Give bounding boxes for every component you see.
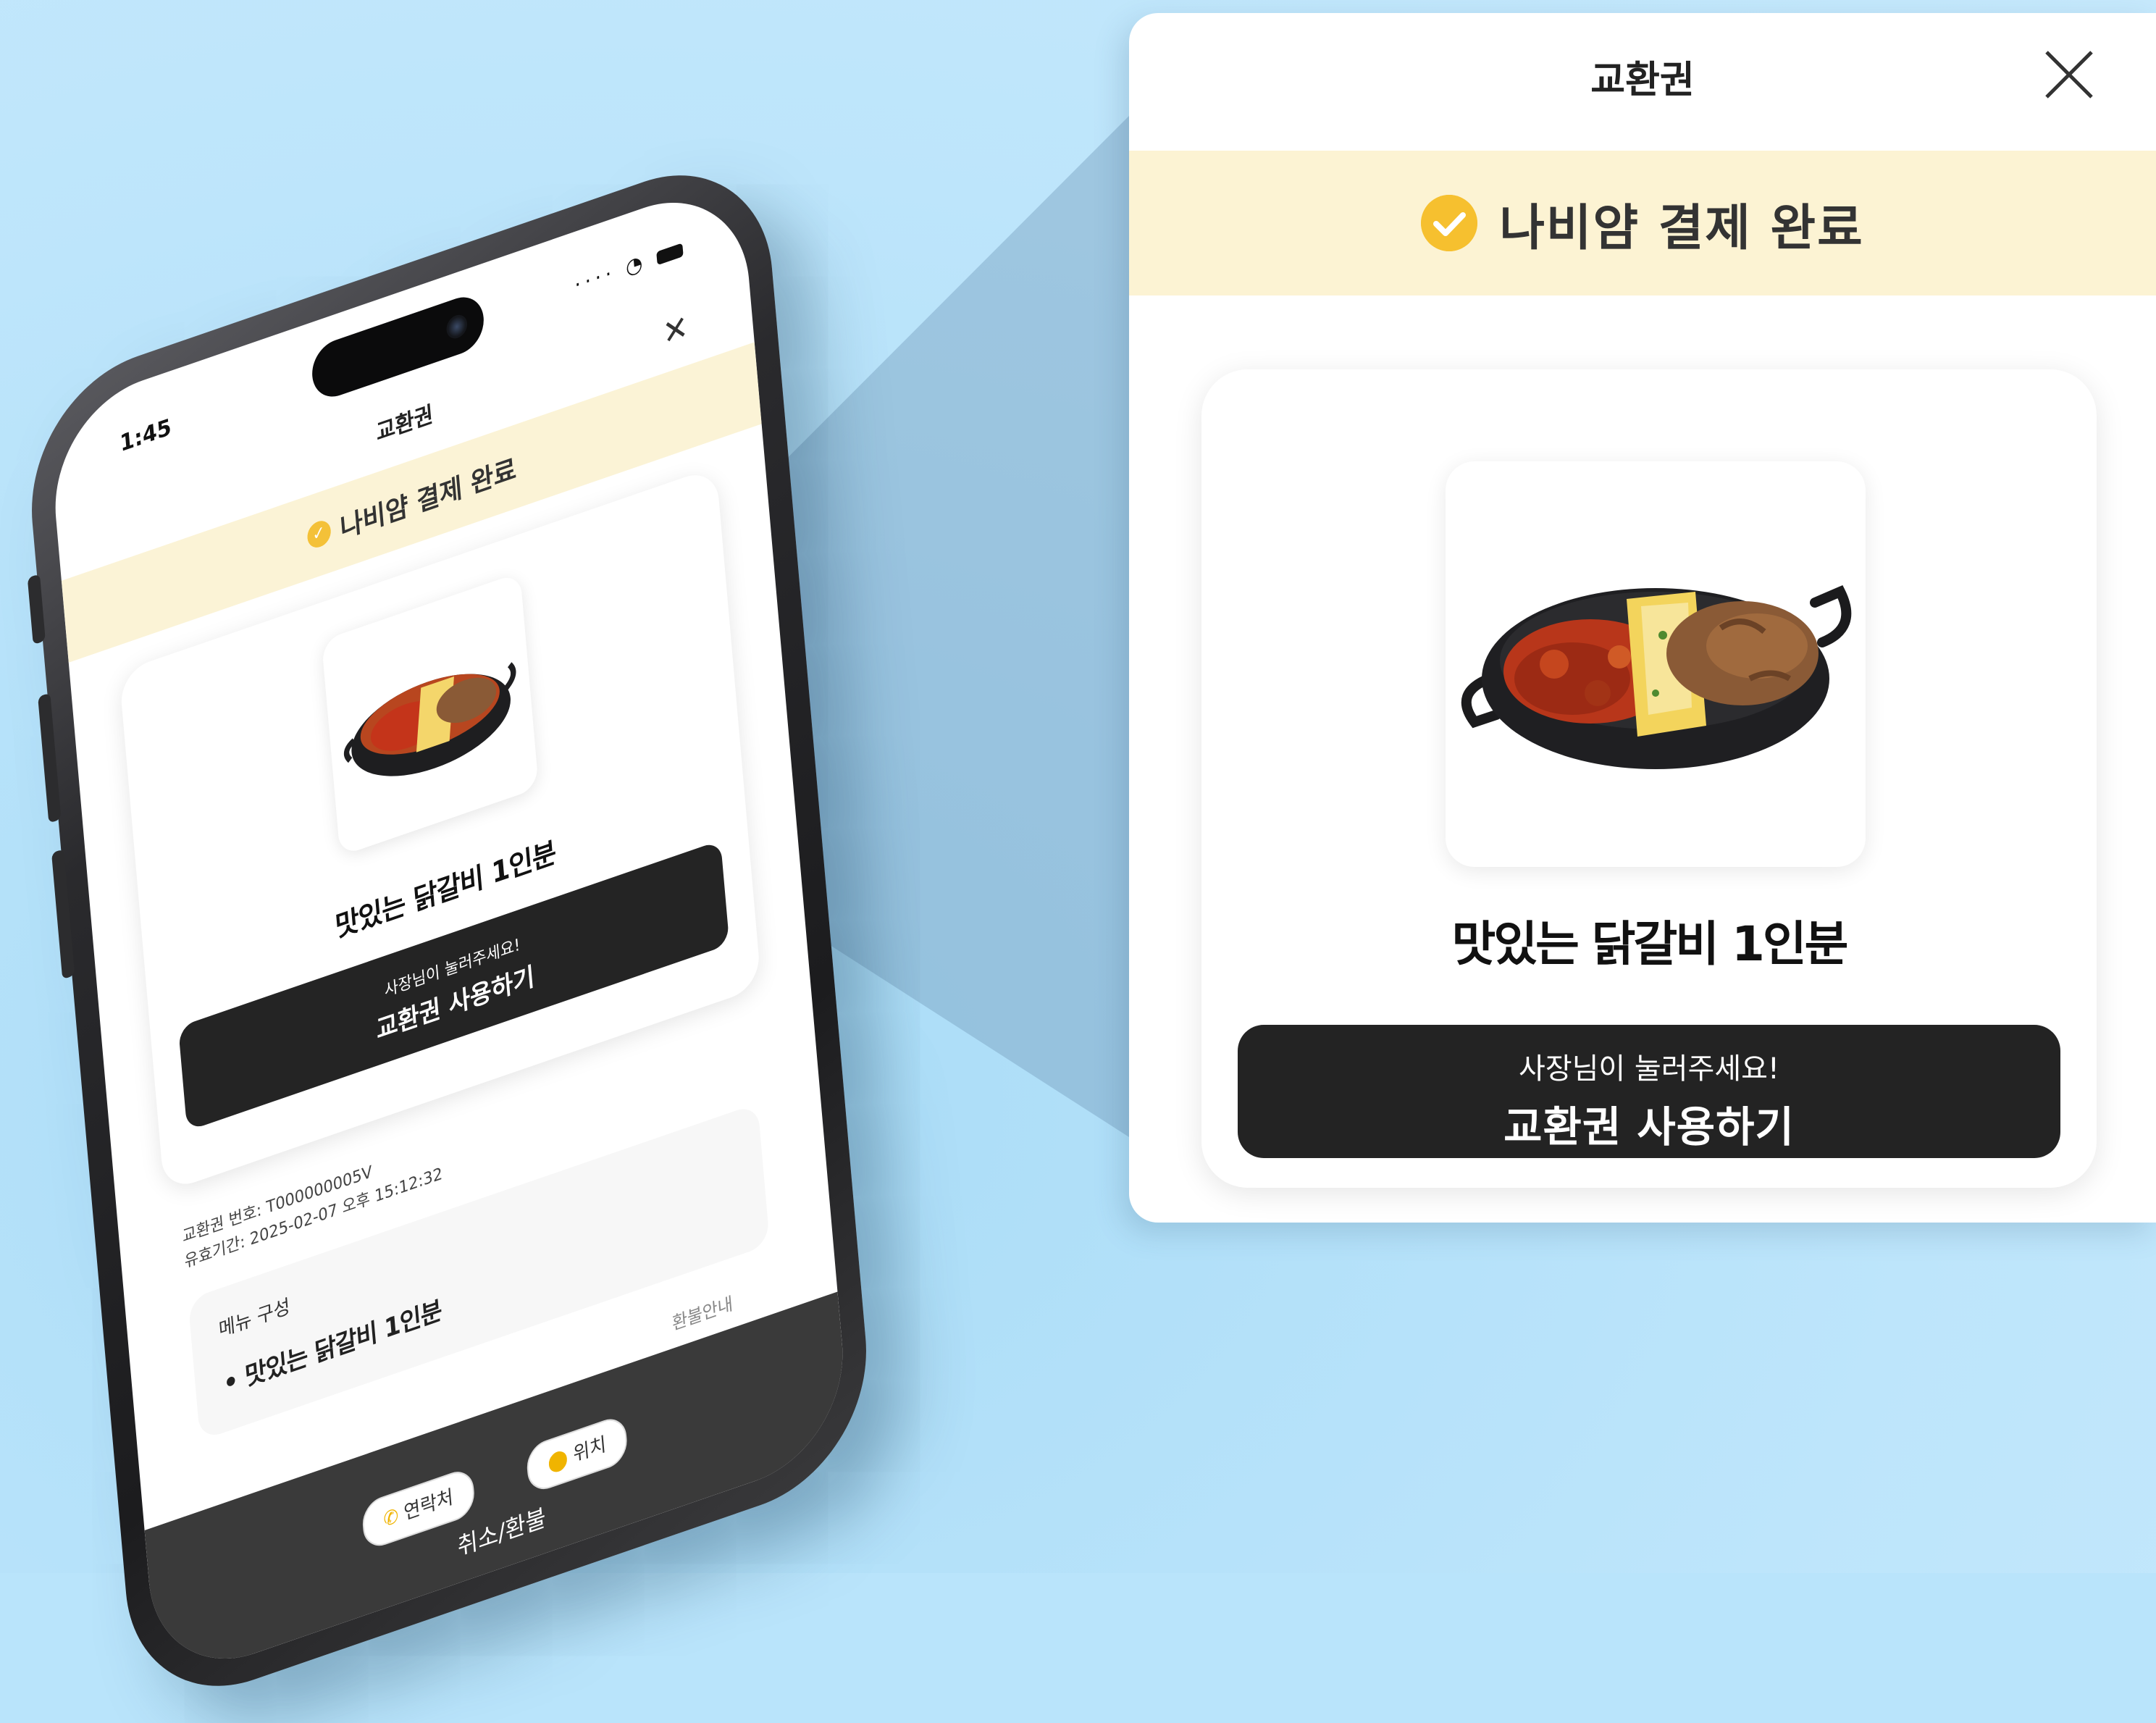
zoom-use-voucher-button[interactable]: 사장님이 눌러주세요! 교환권 사용하기 <box>1238 1025 2060 1158</box>
contact-label: 연락처 <box>403 1485 454 1525</box>
tab-refund[interactable]: 환불안내 <box>671 1288 734 1336</box>
zoom-banner-text: 나비얌 결제 완료 <box>1499 199 1864 257</box>
status-time: 1:45 <box>119 414 172 458</box>
battery-icon <box>656 243 684 266</box>
phone-mockup: 1:45 ···· ◔ 교환권 ✕ ✓ 나비얌 결제 완료 맛있는 닭갈비 1인… <box>21 141 877 1720</box>
zoom-payment-complete-banner: 나비얌 결제 완료 <box>1129 151 2156 295</box>
zoom-voucher-card: 맛있는 닭갈비 1인분 사장님이 눌러주세요! 교환권 사용하기 <box>1201 369 2097 1188</box>
food-pan-image <box>343 662 516 776</box>
zoom-food-image <box>1446 461 1866 867</box>
check-icon: ✓ <box>306 517 332 551</box>
zoom-food-title: 맛있는 닭갈비 1인분 <box>1451 916 1849 972</box>
zoom-use-button-sub: 사장님이 눌러주세요! <box>1519 1052 1779 1086</box>
zoom-page-title: 교환권 <box>1590 59 1695 102</box>
page-title: 교환권 <box>375 401 435 447</box>
close-icon[interactable]: ✕ <box>661 307 689 353</box>
zoom-panel: 교환권 나비얌 결제 완료 맛있는 닭갈비 1인분 사장님이 눌러주세요! 교환… <box>1129 13 2156 1223</box>
phone-screen: 1:45 ···· ◔ 교환권 ✕ ✓ 나비얌 결제 완료 맛있는 닭갈비 1인… <box>46 175 852 1687</box>
zoom-header: 교환권 <box>1129 13 2156 138</box>
food-image <box>321 572 539 857</box>
use-button-label: 교환권 사용하기 <box>374 961 536 1046</box>
check-icon <box>1421 195 1478 251</box>
location-label: 위치 <box>572 1433 608 1467</box>
wifi-icon: ◔ <box>624 248 648 281</box>
status-icons: ···· ◔ <box>574 236 684 298</box>
signal-icon: ···· <box>574 259 617 298</box>
location-pin-icon: ⬤ <box>547 1446 569 1476</box>
zoom-use-button-label: 교환권 사용하기 <box>1503 1102 1795 1152</box>
phone-icon: ✆ <box>382 1504 400 1533</box>
camera-icon <box>445 311 469 342</box>
food-pan-image <box>1461 584 1852 769</box>
menu-label: 메뉴 구성 <box>217 1295 291 1342</box>
close-icon[interactable] <box>2037 42 2102 107</box>
